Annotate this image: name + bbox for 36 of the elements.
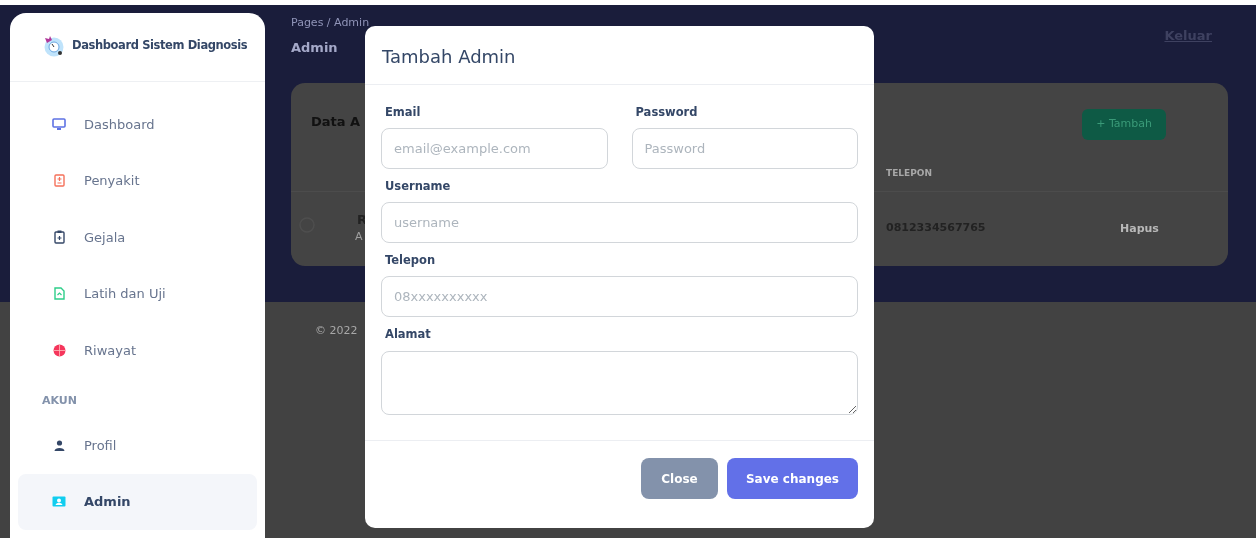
- delete-link[interactable]: Hapus: [1120, 221, 1159, 238]
- logo-icon: [42, 35, 64, 57]
- user-icon: [52, 439, 66, 451]
- column-header: TELEPON: [886, 167, 932, 180]
- brand-name: Dashboard Sistem Diagnosis: [72, 37, 248, 55]
- file-icon: [52, 287, 66, 301]
- sidebar-item[interactable]: Profil: [18, 417, 257, 474]
- password-field[interactable]: Password: [631, 127, 858, 169]
- globe-icon: [52, 343, 66, 357]
- sidebar-item[interactable]: Penyakit: [18, 152, 257, 209]
- input-field[interactable]: email@example.com: [381, 127, 608, 169]
- field-label: Username: [385, 177, 451, 195]
- section-heading: AKUN: [41, 392, 78, 409]
- field-label: Email: [385, 103, 421, 121]
- monitor-icon: [52, 117, 66, 132]
- user-role: A: [355, 229, 363, 245]
- sidebar-item[interactable]: Riwayat: [18, 322, 257, 379]
- input-field[interactable]: username: [381, 202, 858, 244]
- input-field[interactable]: 08xxxxxxxxxx: [381, 276, 858, 318]
- field-label: Password: [635, 103, 698, 121]
- field-label: Telepon: [385, 252, 436, 270]
- sidebar-item[interactable]: Dashboard: [18, 96, 257, 153]
- clipboard-icon: [52, 230, 66, 245]
- close-button[interactable]: Close: [641, 458, 718, 499]
- page-title: Admin: [291, 38, 338, 57]
- modal-title: Tambah Admin: [382, 46, 517, 68]
- id-card-icon: [52, 496, 66, 508]
- copyright-text: © 2022: [315, 323, 358, 339]
- sidebar-item[interactable]: Admin: [18, 473, 257, 530]
- document-icon: [52, 174, 66, 188]
- field-label: Alamat: [385, 326, 431, 344]
- sidebar-item[interactable]: Latih dan Uji: [18, 265, 257, 322]
- sidebar-item[interactable]: Gejala: [18, 209, 257, 266]
- address-field[interactable]: [381, 350, 858, 415]
- save-button[interactable]: Save changes: [727, 458, 858, 499]
- breadcrumb[interactable]: Pages / Admin: [291, 15, 370, 32]
